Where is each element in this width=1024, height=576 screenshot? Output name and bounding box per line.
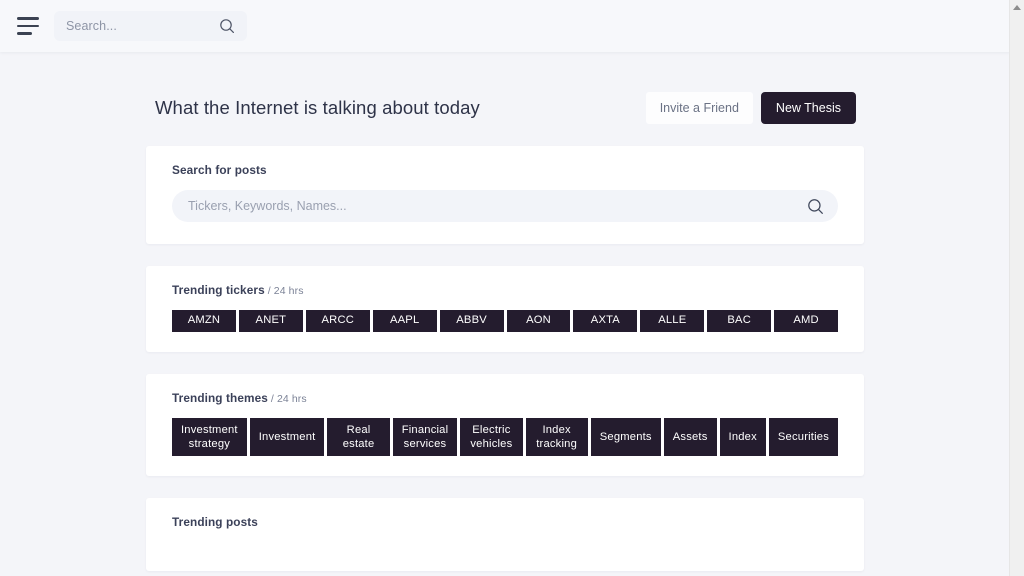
theme-chip[interactable]: Securities — [768, 418, 839, 456]
trending-tickers-label: Trending tickers / 24 hrs — [172, 283, 838, 297]
theme-chip[interactable]: Index tracking — [525, 418, 588, 456]
trending-posts-label: Trending posts — [172, 515, 258, 529]
theme-chip[interactable]: Assets — [663, 418, 717, 456]
search-posts-placeholder: Tickers, Keywords, Names... — [188, 199, 347, 213]
search-icon[interactable] — [219, 18, 235, 39]
ticker-chip[interactable]: AAPL — [372, 310, 437, 332]
search-posts-label: Search for posts — [172, 163, 267, 177]
hamburger-line — [17, 32, 32, 35]
theme-chip[interactable]: Investment — [249, 418, 325, 456]
content-column: What the Internet is talking about today… — [146, 52, 864, 571]
app-root: Search... What the Internet is talking a… — [0, 0, 1010, 576]
theme-chip-row: Investment strategy Investment Real estate… — [172, 418, 839, 456]
page-title: What the Internet is talking about today — [155, 97, 480, 118]
hamburger-line — [17, 24, 39, 28]
trending-themes-label: Trending themes / 24 hrs — [172, 391, 838, 405]
search-icon[interactable] — [807, 198, 824, 220]
trending-tickers-title: Trending tickers — [172, 283, 265, 297]
trending-tickers-timeframe: / 24 hrs — [264, 285, 304, 297]
ticker-chip[interactable]: AON — [506, 310, 571, 332]
ticker-chip[interactable]: AMZN — [172, 310, 236, 332]
ticker-chip[interactable]: BAC — [707, 310, 772, 332]
trending-themes-timeframe: / 24 hrs — [267, 393, 307, 405]
theme-chip[interactable]: Index — [719, 418, 766, 456]
ticker-chip[interactable]: AXTA — [573, 310, 638, 332]
ticker-chip[interactable]: ANET — [238, 310, 303, 332]
global-search-field[interactable]: Search... — [54, 11, 247, 41]
theme-chip[interactable]: Segments — [590, 418, 661, 456]
ticker-chip[interactable]: ARCC — [305, 310, 370, 332]
invite-a-friend-button[interactable]: Invite a Friend — [645, 92, 753, 124]
theme-chip[interactable]: Financial services — [392, 418, 458, 456]
trending-tickers-card: Trending tickers / 24 hrs AMZN ANET ARCC AA… — [146, 266, 864, 352]
search-posts-input[interactable]: Tickers, Keywords, Names... — [172, 190, 838, 222]
trending-themes-card: Trending themes / 24 hrs Investment stra… — [146, 374, 864, 476]
trending-themes-title: Trending themes — [172, 391, 268, 405]
theme-chip[interactable]: Real estate — [327, 418, 390, 456]
page-body: What the Internet is talking about today… — [0, 52, 1010, 576]
hamburger-line — [17, 17, 39, 20]
ticker-chip-row: AMZN ANET ARCC AAPL ABBV AON AXTA ALLE BAC AMD — [172, 310, 839, 332]
hamburger-icon[interactable] — [17, 17, 41, 35]
scroll-up-arrow-icon[interactable] — [1013, 5, 1021, 10]
ticker-chip[interactable]: ALLE — [640, 310, 705, 332]
search-posts-card: Search for posts Tickers, Keywords, Name… — [146, 146, 864, 244]
vertical-scrollbar[interactable] — [1009, 0, 1024, 576]
trending-posts-card: Trending posts — [146, 498, 864, 571]
page-header: What the Internet is talking about today… — [146, 90, 864, 126]
new-thesis-button[interactable]: New Thesis — [760, 92, 856, 124]
theme-chip[interactable]: Investment strategy — [172, 418, 247, 456]
top-bar: Search... — [0, 0, 1010, 52]
theme-chip[interactable]: Electric vehicles — [460, 418, 523, 456]
ticker-chip[interactable]: AMD — [774, 310, 839, 332]
header-actions: Invite a Friend New Thesis — [645, 92, 856, 124]
ticker-chip[interactable]: ABBV — [439, 310, 504, 332]
global-search-placeholder: Search... — [66, 19, 117, 33]
